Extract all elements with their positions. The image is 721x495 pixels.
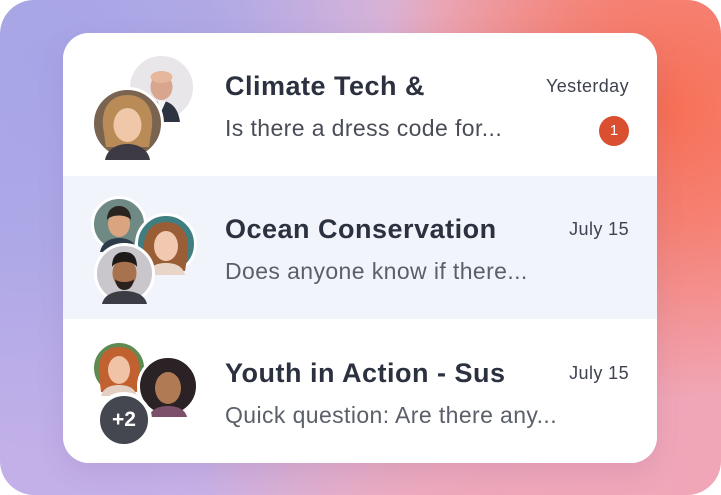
conversation-title: Climate Tech & xyxy=(225,71,426,101)
conversation-title: Youth in Action - Sus xyxy=(225,358,506,388)
conversation-item[interactable]: Climate Tech & Yesterday Is there a dres… xyxy=(63,33,657,176)
member-avatar xyxy=(94,243,155,304)
conversation-time: July 15 xyxy=(569,363,629,383)
conversation-title: Ocean Conservation xyxy=(225,214,497,244)
conversation-time: July 15 xyxy=(569,219,629,239)
conversation-item[interactable]: +2 Youth in Action - Sus July 15 Quick q… xyxy=(63,320,657,463)
message-preview: Quick question: Are there any... xyxy=(225,402,557,428)
background-frame: Climate Tech & Yesterday Is there a dres… xyxy=(0,0,721,495)
conversation-time: Yesterday xyxy=(546,76,629,96)
member-avatar xyxy=(91,87,164,160)
message-preview: Is there a dress code for... xyxy=(225,115,503,141)
unread-badge: 1 xyxy=(599,116,629,146)
conversation-item[interactable]: Ocean Conservation July 15 Does anyone k… xyxy=(63,176,657,319)
message-preview: Does anyone know if there... xyxy=(225,258,528,284)
conversation-list: Climate Tech & Yesterday Is there a dres… xyxy=(63,33,657,463)
more-members-indicator: +2 xyxy=(96,392,152,448)
